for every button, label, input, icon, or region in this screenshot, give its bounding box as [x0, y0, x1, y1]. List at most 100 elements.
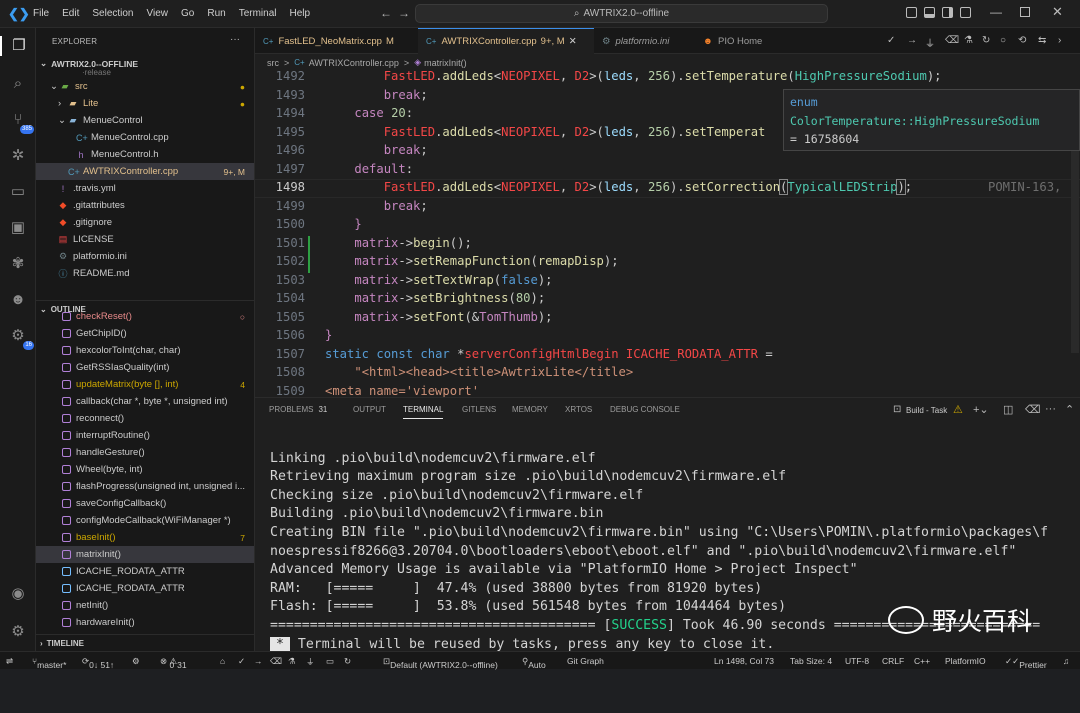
command-center-search[interactable]: ⌕ AWTRIX2.0--offline	[415, 4, 828, 23]
serial-plug-icon[interactable]: ⏚	[306, 656, 315, 668]
outline-item-getrssiasquality[interactable]: GetRSSIasQuality(int)	[36, 359, 254, 376]
editor-scrollbar[interactable]	[1071, 133, 1079, 353]
outline-item-checkreset[interactable]: checkReset() ○	[36, 312, 254, 321]
tab-awtrixcontroller[interactable]: C+ AWTRIXController.cpp 9+, M ✕	[418, 28, 594, 54]
outline-item-wheel[interactable]: Wheel(byte, int)	[36, 461, 254, 478]
tree-file-platformio-ini[interactable]: ⚙ platformio.ini	[36, 248, 254, 265]
tree-folder-src[interactable]: ⌄ ▰ src ●	[36, 78, 254, 95]
menu-file[interactable]: File	[33, 8, 49, 19]
outline-item-baseinit[interactable]: baseInit() 7	[36, 529, 254, 546]
tree-file-menuecontrol-h[interactable]: h MenueControl.h	[36, 146, 254, 163]
terminal-task-label[interactable]: Build - Task	[906, 406, 947, 415]
breadcrumb-file[interactable]: AWTRIXController.cpp	[309, 58, 399, 68]
account-icon[interactable]: ◉	[8, 584, 28, 604]
compare-changes-icon[interactable]: ⇆	[1038, 35, 1046, 46]
refresh-icon[interactable]: ↻	[344, 656, 351, 667]
tree-file-license[interactable]: ▤ LICENSE	[36, 231, 254, 248]
auto-item[interactable]: ⚲ Auto	[522, 656, 546, 670]
kill-terminal-icon[interactable]: ⌫	[1025, 403, 1041, 416]
settings-sync-icon[interactable]: ⚙	[132, 656, 140, 667]
tab-close-icon[interactable]: ✕	[569, 36, 577, 47]
remote-explorer-icon[interactable]: ▭	[8, 182, 28, 202]
more-icon[interactable]: ···	[1045, 403, 1056, 415]
tree-file-awtrixcontroller-cpp[interactable]: C+ AWTRIXController.cpp 9+, M	[36, 163, 254, 180]
remote-icon[interactable]: ⇌	[6, 656, 13, 667]
menu-go[interactable]: Go	[181, 8, 194, 19]
tab-problems[interactable]: PROBLEMS 31	[269, 405, 327, 414]
outline-item-netinit[interactable]: netInit()	[36, 597, 254, 614]
prettier-item[interactable]: ✓✓ Prettier	[1005, 656, 1047, 670]
more-actions-icon[interactable]: ···	[230, 34, 240, 45]
tab-xrtos[interactable]: XRTOS	[565, 405, 592, 414]
split-terminal-icon[interactable]: ◫	[1003, 403, 1013, 416]
debug-icon[interactable]: ✲	[8, 146, 28, 166]
extensions-icon[interactable]: ⚙ 16	[8, 326, 34, 350]
menu-help[interactable]: Help	[290, 8, 311, 19]
close-icon[interactable]: ✕	[1052, 4, 1063, 20]
tree-folder-menuecontrol[interactable]: ⌄ ▰ MenueControl	[36, 112, 254, 129]
refresh-icon[interactable]: ↻	[982, 35, 990, 46]
outline-item-icache-2[interactable]: ICACHE_RODATA_ATTR	[36, 580, 254, 597]
outline-item-hardwareinit[interactable]: hardwareInit()	[36, 614, 254, 631]
platformio-alien-icon[interactable]: ☻	[8, 290, 28, 310]
arrow-right-icon[interactable]: →	[907, 35, 917, 46]
debug-plug-icon[interactable]: ⏚	[925, 35, 935, 50]
cursor-position[interactable]: Ln 1498, Col 73	[714, 656, 774, 666]
outline-item-interruptroutine[interactable]: interruptRoutine()	[36, 427, 254, 444]
tab-terminal[interactable]: TERMINAL	[403, 405, 444, 419]
outline-item-getchipid[interactable]: GetChipID()	[36, 325, 254, 342]
terminal-icon[interactable]: ▭	[326, 656, 334, 667]
outline-item-updatematrix[interactable]: updateMatrix(byte [], int) 4	[36, 376, 254, 393]
tree-file-readme[interactable]: ⓘ README.md	[36, 265, 254, 282]
end-of-line[interactable]: CRLF	[882, 656, 904, 666]
outline-item-reconnect[interactable]: reconnect()	[36, 410, 254, 427]
tree-file-gitignore[interactable]: ◆ .gitignore	[36, 214, 254, 231]
branch-item[interactable]: ⑂ master*	[32, 656, 66, 670]
tab-fastled-neomatrix[interactable]: C+ FastLED_NeoMatrix.cpp M	[255, 28, 418, 54]
git-graph-item[interactable]: Git Graph	[567, 656, 604, 666]
menu-terminal[interactable]: Terminal	[239, 8, 277, 19]
minimize-icon[interactable]: —	[990, 5, 1002, 19]
search-icon[interactable]: ⌕	[8, 74, 28, 94]
sync-item[interactable]: ⟳ 0↓ 51↑	[82, 656, 114, 670]
check-icon[interactable]: ✓	[887, 35, 895, 46]
test-flask-icon[interactable]: ⚗	[288, 656, 296, 667]
outline-item-matrixinit[interactable]: matrixInit()	[36, 546, 254, 563]
source-control-icon[interactable]: ⑂ 385	[8, 110, 34, 134]
tree-file-travis[interactable]: ! .travis.yml	[36, 180, 254, 197]
testing-icon[interactable]: ✾	[8, 254, 28, 274]
maximize-panel-icon[interactable]: ⌃	[1065, 403, 1074, 416]
tab-pio-home[interactable]: ☻ PIO Home	[695, 28, 785, 54]
maximize-icon[interactable]	[1020, 7, 1030, 17]
language-mode[interactable]: C++	[914, 656, 930, 666]
menu-selection[interactable]: Selection	[92, 8, 133, 19]
tab-platformio-ini[interactable]: ⚙ platformio.ini	[594, 28, 694, 54]
toggle-secondary-sidebar-icon[interactable]	[942, 7, 953, 18]
terminal-output[interactable]: Linking .pio\build\nodemcuv2\firmware.el…	[270, 431, 1080, 713]
new-terminal-icon[interactable]: +⌄	[973, 403, 989, 416]
breadcrumb-src[interactable]: src	[267, 58, 279, 68]
tab-gitlens[interactable]: GITLENS	[462, 405, 496, 414]
toggle-sidebar-icon[interactable]	[906, 7, 917, 18]
trash-icon[interactable]: ⌫	[945, 35, 959, 46]
back-arrow-icon[interactable]: ←	[380, 6, 392, 20]
tree-file-menuecontrol-cpp[interactable]: C+ MenueControl.cpp	[36, 129, 254, 146]
tree-file-gitattributes[interactable]: ◆ .gitattributes	[36, 197, 254, 214]
tree-folder-lite[interactable]: › ▰ Lite ●	[36, 95, 254, 112]
toggle-panel-icon[interactable]	[924, 7, 935, 18]
platformio-item[interactable]: PlatformIO	[945, 656, 986, 666]
outline-item-hexcolortoint[interactable]: hexcolorToInt(char, char)	[36, 342, 254, 359]
tab-debug-console[interactable]: DEBUG CONSOLE	[610, 405, 680, 414]
menu-view[interactable]: View	[147, 8, 169, 19]
tab-output[interactable]: OUTPUT	[353, 405, 386, 414]
problems-item[interactable]: ⊗ 0 ⚠ 31	[160, 656, 187, 670]
flask-icon[interactable]: ⚗	[964, 35, 973, 46]
home-icon[interactable]: ⌂	[220, 656, 225, 666]
outline-item-configmodecallback[interactable]: configModeCallback(WiFiManager *)	[36, 512, 254, 529]
forward-arrow-icon[interactable]: →	[398, 6, 410, 20]
tab-memory[interactable]: MEMORY	[512, 405, 548, 414]
breadcrumb-symbol[interactable]: matrixInit()	[424, 58, 467, 68]
timeline-header[interactable]: › TIMELINE	[36, 634, 254, 651]
circle-icon[interactable]: ○	[1000, 35, 1006, 46]
build-check-icon[interactable]: ✓	[238, 656, 245, 667]
